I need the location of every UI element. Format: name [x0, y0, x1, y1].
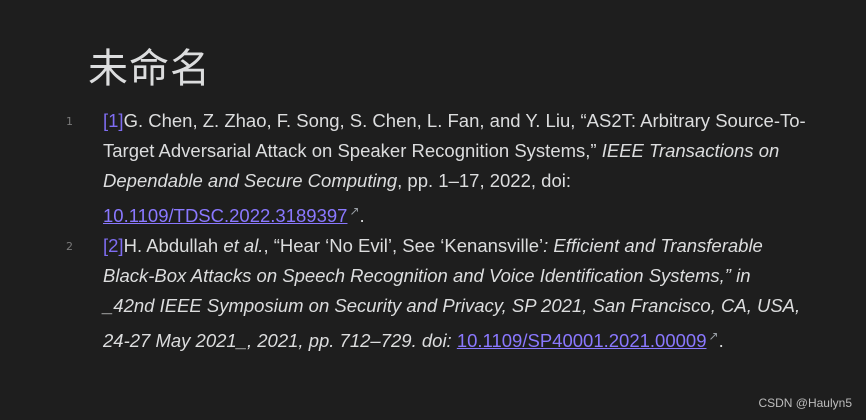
reference-end: . [359, 205, 365, 227]
reference-text: [2]H. Abdullah et al., “Hear ‘No Evil’, … [103, 231, 806, 356]
reference-details: , pp. 1–17, 2022, doi: [397, 170, 571, 191]
line-number: 2 [66, 240, 73, 254]
citation-label: [1] [103, 110, 124, 131]
reference-authors: H. Abdullah [123, 235, 224, 257]
reference-title-start: , “Hear ‘No Evil’, See ‘Kenansville’ [263, 235, 544, 257]
reference-item: 1 [1]G. Chen, Z. Zhao, F. Song, S. Chen,… [0, 106, 866, 231]
reference-end: . [718, 330, 724, 352]
watermark: CSDN @Haulyn5 [758, 396, 852, 410]
reference-text: [1]G. Chen, Z. Zhao, F. Song, S. Chen, L… [103, 106, 806, 231]
reference-etal: et al. [223, 235, 264, 257]
external-link-icon: ↗ [708, 329, 719, 344]
page-title: 未命名 [88, 46, 211, 92]
external-link-icon: ↗ [349, 204, 360, 218]
citation-label: [2] [103, 235, 124, 257]
reference-list: 1 [1]G. Chen, Z. Zhao, F. Song, S. Chen,… [0, 106, 866, 356]
reference-item: 2 [2]H. Abdullah et al., “Hear ‘No Evil’… [0, 231, 866, 356]
doi-link[interactable]: 10.1109/TDSC.2022.3189397 [103, 205, 347, 226]
line-number: 1 [66, 115, 73, 128]
doi-link[interactable]: 10.1109/SP40001.2021.00009 [457, 330, 707, 351]
